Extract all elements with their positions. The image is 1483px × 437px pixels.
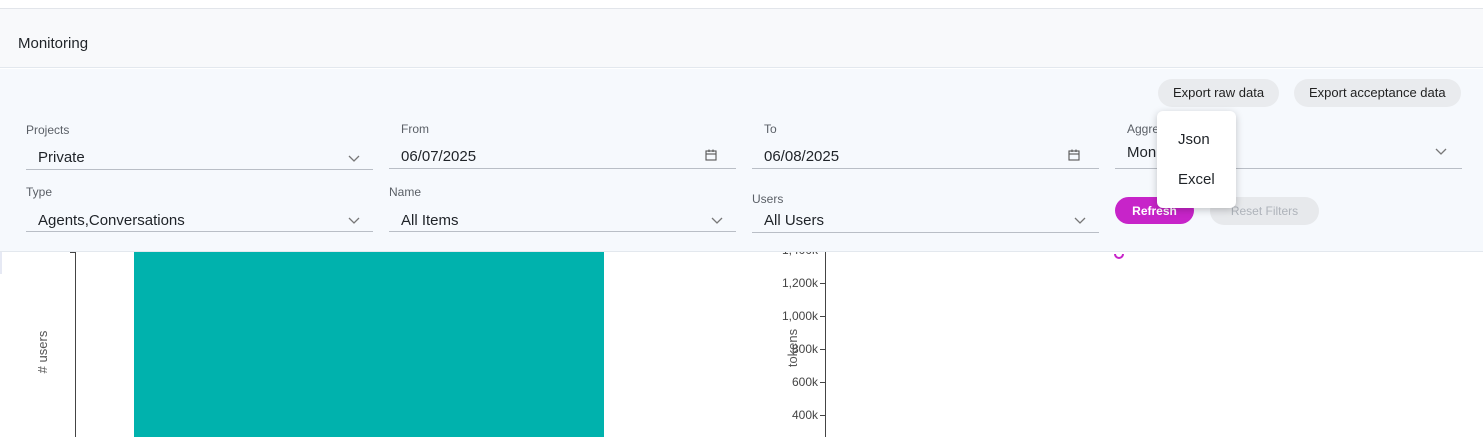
from-label: From xyxy=(401,122,429,136)
tokens-y-tick-label: 1,000k xyxy=(782,309,819,323)
tokens-y-tick-label: 400k xyxy=(792,408,819,422)
users-underline xyxy=(752,232,1099,233)
projects-value: Private xyxy=(38,149,85,166)
to-underline xyxy=(752,168,1099,169)
menu-item-json[interactable]: Json xyxy=(1178,131,1210,148)
chevron-down-icon xyxy=(348,155,360,162)
name-underline xyxy=(389,231,736,232)
from-date-field[interactable]: From 06/07/2025 xyxy=(389,122,736,170)
export-format-menu: Json Excel xyxy=(1157,111,1236,208)
calendar-icon[interactable] xyxy=(1067,148,1081,162)
projects-label: Projects xyxy=(26,123,70,137)
from-value: 06/07/2025 xyxy=(401,148,477,165)
export-raw-data-button[interactable]: Export raw data xyxy=(1158,79,1280,107)
charts-svg: # users 1,400k1,200k1,000k800k600k400k t… xyxy=(35,252,1124,437)
page-header: Monitoring xyxy=(0,9,1483,68)
tokens-chart-y-label: tokens xyxy=(785,328,800,367)
type-underline xyxy=(26,231,373,232)
projects-underline xyxy=(26,169,373,170)
chevron-down-icon xyxy=(1435,148,1447,155)
name-value: All Items xyxy=(401,212,459,229)
page-title: Monitoring xyxy=(18,35,89,52)
aggregation-label: Aggre xyxy=(1127,122,1160,136)
aggregation-value: Mon xyxy=(1127,144,1157,161)
menu-item-excel[interactable]: Excel xyxy=(1178,171,1215,188)
to-label: To xyxy=(764,122,777,136)
bar-users[interactable] xyxy=(134,252,604,437)
tokens-y-tick-label: 1,400k xyxy=(782,252,819,257)
type-select[interactable]: Type Agents,Conversations xyxy=(26,185,373,233)
from-underline xyxy=(389,168,736,169)
projects-select[interactable]: Projects Private xyxy=(26,123,373,171)
to-value: 06/08/2025 xyxy=(764,148,840,165)
tokens-y-tick-label: 1,200k xyxy=(782,276,819,290)
chevron-down-icon xyxy=(348,217,360,224)
users-value: All Users xyxy=(764,212,825,229)
chevron-down-icon xyxy=(1074,217,1086,224)
filters-panel: Export raw data Export acceptance data P… xyxy=(0,69,1483,252)
to-date-field[interactable]: To 06/08/2025 xyxy=(752,122,1099,170)
type-value: Agents,Conversations xyxy=(38,212,185,229)
charts-area: # users 1,400k1,200k1,000k800k600k400k t… xyxy=(0,252,1483,437)
name-select[interactable]: Name All Items xyxy=(389,185,736,233)
tokens-line-marker[interactable] xyxy=(1114,253,1124,259)
type-label: Type xyxy=(26,185,53,199)
bar-chart-y-label: # users xyxy=(35,330,50,373)
users-label: Users xyxy=(752,192,784,206)
tokens-y-tick-label: 600k xyxy=(792,375,819,389)
calendar-icon[interactable] xyxy=(704,148,718,162)
chevron-down-icon xyxy=(711,217,723,224)
name-label: Name xyxy=(389,185,422,199)
export-acceptance-data-button[interactable]: Export acceptance data xyxy=(1294,79,1461,107)
users-select[interactable]: Users All Users xyxy=(752,192,1099,234)
